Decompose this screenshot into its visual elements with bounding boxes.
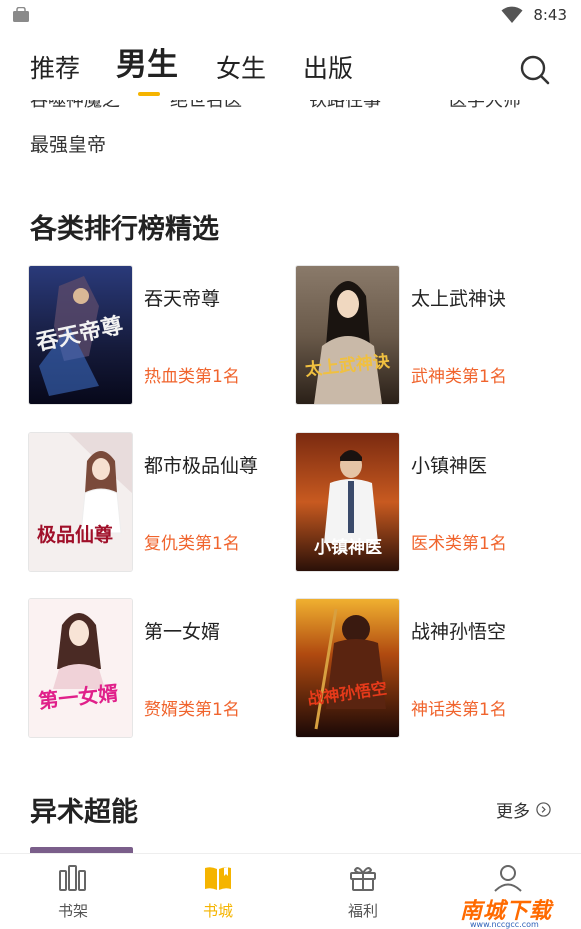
book-title[interactable]: 都市极品仙尊 bbox=[144, 451, 258, 478]
cover-title-text: 极品仙尊 bbox=[37, 523, 113, 546]
book-card[interactable]: 战神孙悟空 战神孙悟空 神话类第1名 bbox=[296, 599, 546, 739]
tab-recommend[interactable]: 推荐 bbox=[30, 52, 80, 86]
nav-welfare[interactable]: 福利 bbox=[318, 862, 408, 922]
nav-bookshelf[interactable]: 书架 bbox=[28, 862, 118, 922]
status-bar: 8:43 bbox=[0, 0, 581, 32]
book-card[interactable]: 小镇神医 小镇神医 医术类第1名 bbox=[296, 433, 546, 573]
book-title[interactable]: 第一女婿 bbox=[144, 617, 220, 644]
more-link[interactable]: 更多 bbox=[496, 797, 551, 822]
nav-label: 书城 bbox=[202, 902, 233, 920]
section-title-ranking: 各类排行榜精选 bbox=[30, 214, 219, 245]
book-rank-label: 医术类第1名 bbox=[411, 534, 507, 554]
book-cover[interactable]: 战神孙悟空 bbox=[296, 599, 399, 737]
tab-female[interactable]: 女生 bbox=[216, 52, 266, 86]
book-card[interactable]: 太上武神诀 太上武神诀 武神类第1名 bbox=[296, 266, 546, 406]
book-cover[interactable]: 太上武神诀 bbox=[296, 266, 399, 404]
chevron-right-circle-icon bbox=[536, 802, 551, 817]
book-title[interactable]: 小镇神医 bbox=[411, 451, 487, 478]
status-time: 8:43 bbox=[533, 6, 567, 24]
book-cover[interactable]: 第一女婿 bbox=[29, 599, 132, 737]
book-title[interactable]: 吞天帝尊 bbox=[144, 284, 220, 311]
wifi-icon bbox=[501, 6, 523, 23]
book-card[interactable]: 极品仙尊 都市极品仙尊 复仇类第1名 bbox=[29, 433, 279, 573]
search-icon[interactable] bbox=[519, 54, 551, 86]
book-cover[interactable]: 极品仙尊 bbox=[29, 433, 132, 571]
top-category-tabs: 推荐 男生 女生 出版 bbox=[0, 40, 581, 100]
nav-bookstore[interactable]: 书城 bbox=[173, 862, 263, 922]
nav-label: 福利 bbox=[347, 902, 378, 920]
tab-male[interactable]: 男生 bbox=[116, 48, 178, 82]
gift-icon bbox=[350, 867, 376, 891]
scrolled-title[interactable]: 医学大师 bbox=[449, 100, 521, 114]
book-rank-label: 赘婿类第1名 bbox=[144, 700, 240, 720]
tab-publish[interactable]: 出版 bbox=[303, 52, 353, 86]
book-title[interactable]: 太上武神诀 bbox=[411, 284, 506, 311]
person-icon bbox=[494, 865, 522, 892]
nav-label: 书架 bbox=[57, 902, 88, 920]
scrolled-titles-row: 吞噬神魔之 绝世名医 铁路往事 医学大师 bbox=[0, 100, 581, 126]
scrolled-title[interactable]: 吞噬神魔之 bbox=[30, 100, 120, 114]
book-rank-label: 复仇类第1名 bbox=[144, 534, 240, 554]
book-card[interactable]: 吞天帝尊 吞天帝尊 热血类第1名 bbox=[29, 266, 279, 406]
watermark-url: www.nccgcc.com bbox=[470, 920, 539, 929]
cover-title-text: 小镇神医 bbox=[314, 537, 382, 558]
notification-bag-icon bbox=[13, 7, 29, 22]
bookshelf-icon bbox=[59, 865, 86, 891]
book-rank-label: 武神类第1名 bbox=[411, 367, 507, 387]
scrolled-title-continued[interactable]: 最强皇帝 bbox=[30, 130, 106, 157]
scrolled-title[interactable]: 绝世名医 bbox=[170, 100, 242, 114]
active-tab-indicator bbox=[138, 92, 160, 96]
book-card[interactable]: 第一女婿 第一女婿 赘婿类第1名 bbox=[29, 599, 279, 739]
more-label: 更多 bbox=[496, 802, 530, 822]
scrolled-title[interactable]: 铁路往事 bbox=[309, 100, 381, 114]
book-rank-label: 热血类第1名 bbox=[144, 367, 240, 387]
open-book-icon bbox=[205, 867, 231, 890]
book-cover[interactable]: 吞天帝尊 bbox=[29, 266, 132, 404]
book-title[interactable]: 战神孙悟空 bbox=[411, 617, 506, 644]
book-rank-label: 神话类第1名 bbox=[411, 700, 507, 720]
section-title-psychic: 异术超能 bbox=[30, 797, 138, 828]
book-cover[interactable]: 小镇神医 bbox=[296, 433, 399, 571]
